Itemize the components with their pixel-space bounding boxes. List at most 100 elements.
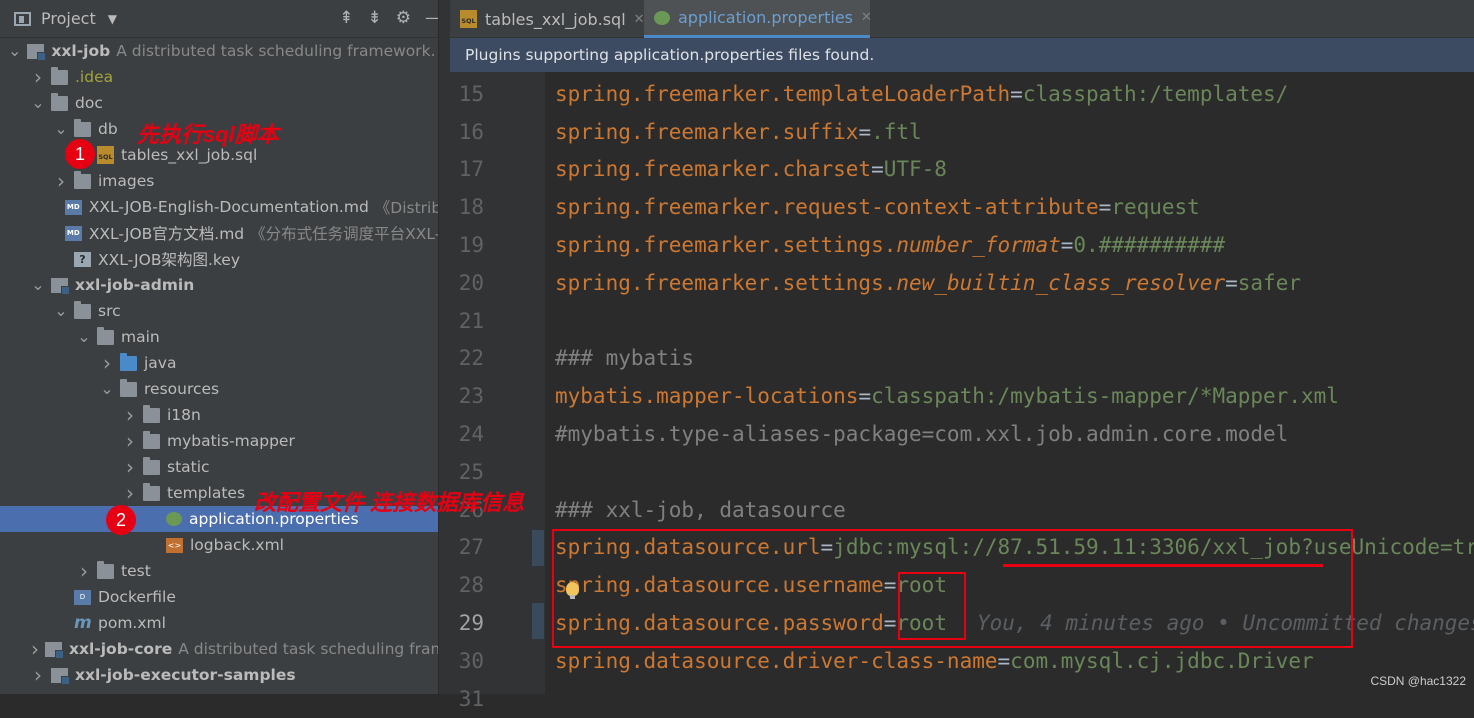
folder-icon [97, 560, 114, 579]
code-line-text: spring.datasource.driver-class-name=com.… [555, 649, 1314, 673]
project-toolbar: ⇞ ⇟ ⚙ — [339, 8, 442, 28]
chevron-right-icon[interactable]: › [31, 65, 45, 89]
code-token: spring.freemarker.settings. [555, 270, 897, 295]
code-line[interactable]: 25 [450, 453, 1474, 491]
code-token: com.mysql.cj.jdbc.Driver [1010, 648, 1314, 673]
tree-item[interactable]: › mybatis-mapper [0, 428, 438, 454]
chevron-right-icon[interactable]: › [31, 663, 45, 687]
chevron-down-icon[interactable]: ⌄ [77, 329, 91, 345]
tree-item-label: resources [144, 380, 220, 398]
tree-item[interactable]: › images [0, 168, 438, 194]
line-number: 20 [458, 270, 484, 295]
module-icon [27, 43, 47, 61]
chevron-right-icon[interactable]: › [31, 637, 39, 661]
code-line[interactable]: 19 spring.freemarker.settings.number_form… [450, 226, 1474, 264]
code-line[interactable]: 31 [450, 680, 1474, 718]
tab-tables-xxl-job-sql[interactable]: SQL tables_xxl_job.sql ✕ [450, 0, 645, 38]
code-line[interactable]: 24 #mybatis.type-aliases-package=com.xxl.… [450, 415, 1474, 453]
tree-item[interactable]: ›?XXL-JOB架构图.key [0, 246, 438, 272]
chevron-down-icon[interactable]: ⌄ [100, 381, 114, 397]
chevron-down-icon[interactable]: ⌄ [31, 277, 45, 293]
code-line[interactable]: 16 spring.freemarker.suffix=.ftl [450, 113, 1474, 151]
code-line[interactable]: 17 spring.freemarker.charset=UTF-8 [450, 151, 1474, 189]
plugins-banner: Plugins supporting application.propertie… [450, 38, 1474, 72]
annotation-run-sql: 先执行sql脚本 [137, 122, 279, 147]
tree-item-label: xxl-job-executor-samples [75, 666, 296, 684]
chevron-right-icon[interactable]: › [123, 429, 137, 453]
code-line[interactable]: 20 spring.freemarker.settings.new_builtin… [450, 264, 1474, 302]
tree-item[interactable]: ›<>logback.xml [0, 532, 438, 558]
tree-item-description: 《Distribute [374, 199, 438, 217]
chevron-right-icon[interactable]: › [123, 403, 137, 427]
folder-icon [51, 92, 68, 111]
tab-label: tables_xxl_job.sql [485, 9, 626, 29]
chevron-down-icon[interactable]: ⌄ [54, 303, 68, 319]
tree-item[interactable]: › static [0, 454, 438, 480]
chevron-right-icon[interactable]: › [123, 455, 137, 479]
lightbulb-icon[interactable] [566, 582, 579, 599]
tree-item-label: XXL-JOB架构图.key [98, 251, 241, 269]
line-number: 25 [458, 459, 484, 484]
tree-item[interactable]: › java [0, 350, 438, 376]
tree-item-description: A distributed task scheduling framewo [178, 640, 438, 658]
tree-item[interactable]: ⌄ main [0, 324, 438, 350]
expand-all-icon[interactable]: ⇞ [339, 8, 353, 28]
gear-icon[interactable]: ⚙ [396, 8, 411, 28]
code-token: .ftl [871, 119, 922, 144]
tree-item-description: 《分布式任务调度平台XXL-JO [250, 225, 438, 243]
chevron-down-icon[interactable]: ⌄ [8, 43, 21, 59]
collapse-all-icon[interactable]: ⇟ [368, 8, 382, 28]
properties-file-icon [654, 10, 670, 25]
tree-item[interactable]: ⌄ doc [0, 90, 438, 116]
tree-item[interactable]: ›MDXXL-JOB官方文档.md《分布式任务调度平台XXL-JO [0, 220, 438, 246]
tab-application-properties[interactable]: application.properties ✕ [644, 0, 872, 38]
code-token: UTF-8 [883, 157, 947, 182]
code-line[interactable]: 23 mybatis.mapper-locations=classpath:/my… [450, 377, 1474, 415]
markdown-file-icon: MD [64, 199, 82, 215]
code-line[interactable]: 26 ### xxl-job, datasource [450, 491, 1474, 529]
tree-item[interactable]: › xxl-job-executor-samples [0, 662, 438, 688]
close-icon[interactable]: ✕ [634, 12, 645, 27]
resources-folder-icon [120, 378, 137, 397]
tree-item[interactable]: ⌄ resources [0, 376, 438, 402]
highlight-url-underline [1003, 564, 1323, 567]
unknown-file-icon: ? [74, 251, 91, 267]
code-token: = [1060, 233, 1074, 258]
close-icon[interactable]: ✕ [861, 10, 872, 25]
chevron-right-icon[interactable]: › [54, 169, 68, 193]
code-token: = [1098, 195, 1112, 220]
tree-item[interactable]: › i18n [0, 402, 438, 428]
code-line[interactable]: 22 ### mybatis [450, 340, 1474, 378]
code-line[interactable]: 21 [450, 302, 1474, 340]
tree-item[interactable]: ⌄ xxl-job A distributed task scheduling fr… [0, 38, 438, 64]
code-token: = [1225, 270, 1238, 295]
chevron-right-icon[interactable]: › [123, 481, 137, 505]
annotation-edit-config: 改配置文件 连接数据库信息 [254, 490, 525, 515]
tree-item[interactable]: ⌄ src [0, 298, 438, 324]
code-token: 0.########## [1073, 233, 1226, 258]
code-line[interactable]: 18 spring.freemarker.request-context-attr… [450, 188, 1474, 226]
sql-file-icon: SQL [97, 146, 114, 164]
tree-item[interactable]: ›DDockerfile [0, 584, 438, 610]
tree-item[interactable]: ⌄ xxl-job-admin [0, 272, 438, 298]
tree-item-label: doc [75, 94, 103, 112]
code-token: #mybatis.type-aliases-package=com.xxl.jo… [555, 422, 1289, 447]
line-number: 15 [458, 81, 484, 106]
code-line[interactable]: 15 spring.freemarker.templateLoaderPath=c… [450, 75, 1474, 113]
tree-item[interactable]: ›MDXXL-JOB-English-Documentation.md《Dist… [0, 194, 438, 220]
chevron-down-icon[interactable]: ⌄ [31, 95, 45, 111]
chevron-right-icon[interactable]: › [77, 559, 91, 583]
line-number: 19 [458, 233, 484, 258]
line-number: 23 [458, 384, 484, 409]
chevron-down-icon[interactable]: ⌄ [54, 121, 68, 137]
tree-item-label: images [98, 172, 155, 190]
tree-item[interactable]: › xxl-job-core A distributed task scheduli… [0, 636, 438, 662]
tree-item[interactable]: › test [0, 558, 438, 584]
tree-item[interactable]: ›mpom.xml [0, 610, 438, 636]
code-token: classpath:/templates/ [1022, 81, 1289, 106]
chevron-right-icon[interactable]: › [100, 351, 114, 375]
line-number: 29 [458, 611, 484, 636]
tree-item-description: A distributed task scheduling framework.… [116, 42, 438, 60]
tree-item[interactable]: › .idea [0, 64, 438, 90]
chevron-down-icon[interactable]: ▼ [108, 12, 117, 26]
